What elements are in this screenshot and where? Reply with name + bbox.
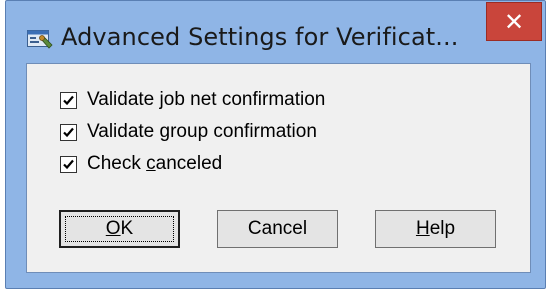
ok-button-label: OK <box>105 218 134 239</box>
checkbox-label: Validate job net confirmation <box>87 89 326 110</box>
cancel-button-label: Cancel <box>247 218 308 239</box>
window-title: Advanced Settings for Verificat... <box>61 23 459 51</box>
window-frame: Advanced Settings for Verificat... ✕ Val… <box>5 0 546 289</box>
checkbox-box[interactable] <box>60 123 77 141</box>
checkmark-icon <box>63 95 74 105</box>
checkbox-box[interactable] <box>60 91 77 109</box>
help-button-label: Help <box>415 218 456 239</box>
checkbox-box[interactable] <box>60 155 77 173</box>
checkbox-validate-job-net[interactable]: Validate job net confirmation <box>60 87 325 113</box>
help-button[interactable]: Help <box>375 210 496 248</box>
dialog-window: Advanced Settings for Verificat... ✕ Val… <box>0 0 554 294</box>
close-icon: ✕ <box>503 7 525 36</box>
dialog-body: Validate job net confirmation Validate g… <box>26 63 531 273</box>
close-button[interactable]: ✕ <box>486 2 542 41</box>
checkbox-validate-group[interactable]: Validate group confirmation <box>60 119 317 145</box>
ok-button[interactable]: OK <box>59 210 180 248</box>
checkbox-label: Check canceled <box>87 153 223 174</box>
checkmark-icon <box>63 159 74 169</box>
checkbox-check-canceled[interactable]: Check canceled <box>60 151 222 177</box>
checkmark-icon <box>63 127 74 137</box>
title-bar[interactable]: Advanced Settings for Verificat... ✕ <box>6 1 545 63</box>
cancel-button[interactable]: Cancel <box>217 210 338 248</box>
checkbox-label: Validate group confirmation <box>87 121 317 142</box>
settings-window-icon <box>27 28 53 50</box>
